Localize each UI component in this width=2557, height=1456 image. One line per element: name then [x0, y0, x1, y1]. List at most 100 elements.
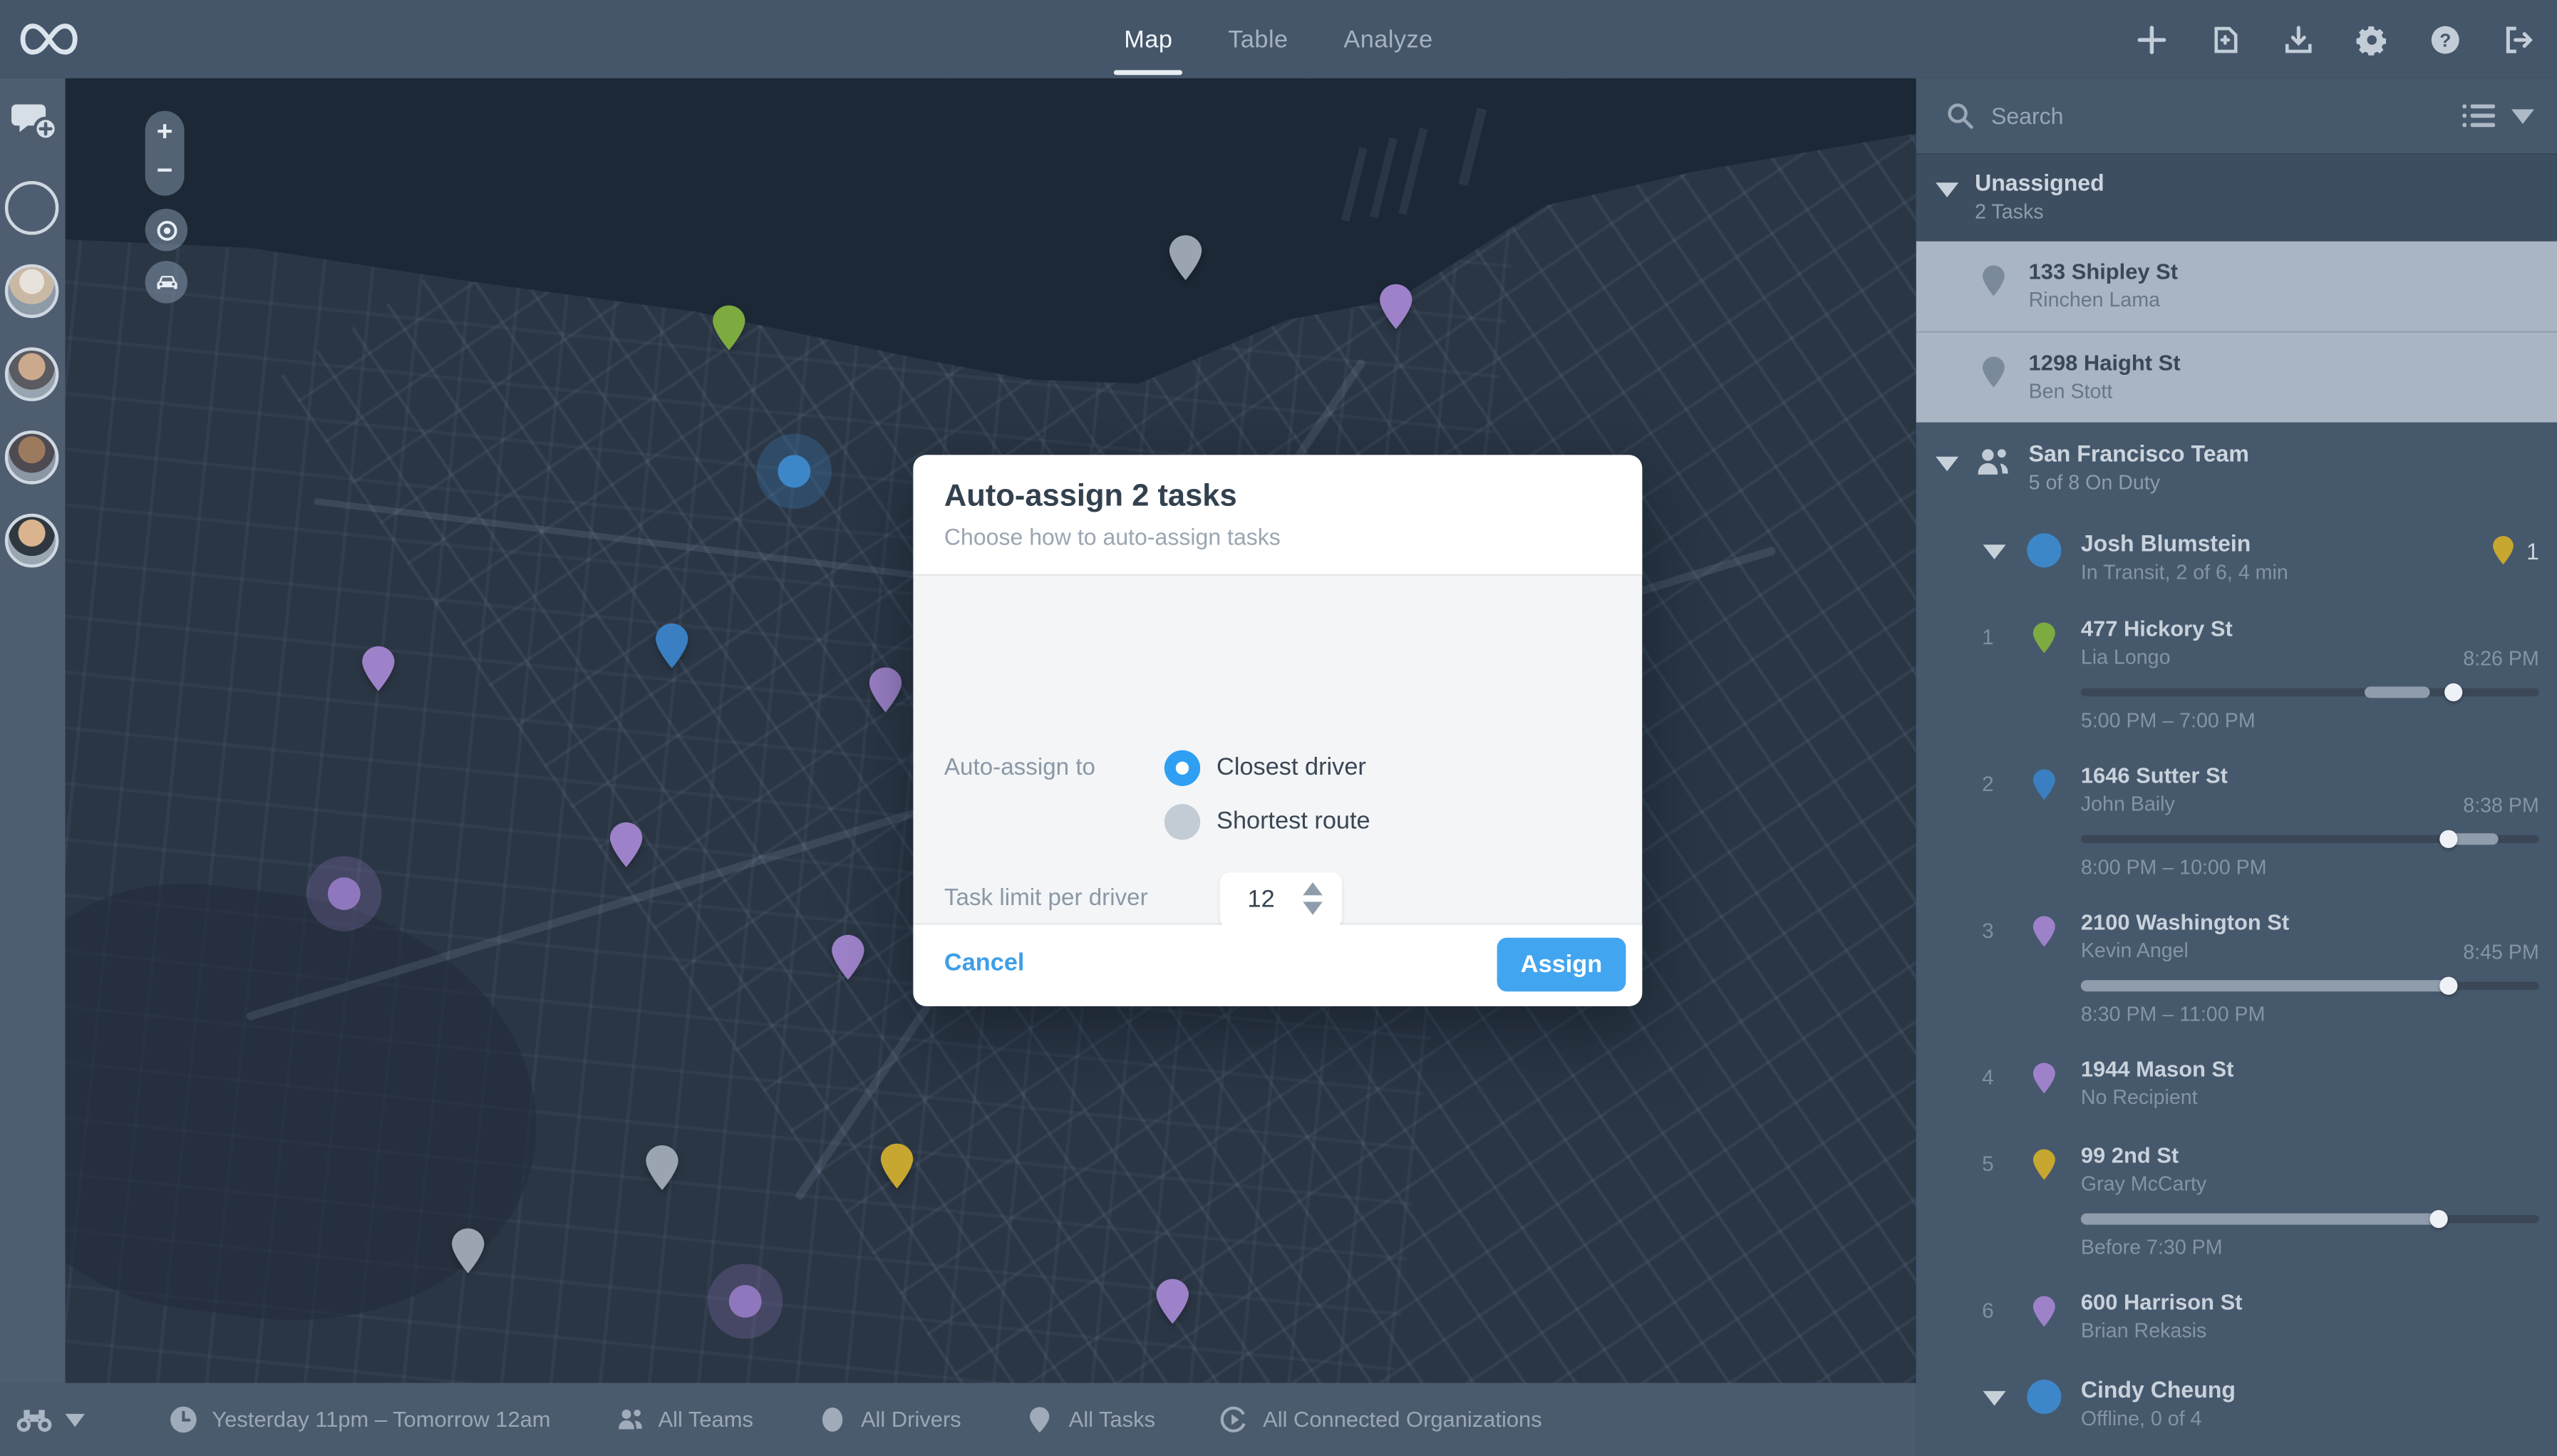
- map-task-pin-blue[interactable]: [654, 621, 690, 671]
- task-sequence-number: 4: [1982, 1065, 1994, 1090]
- collapse-triangle-icon[interactable]: [1983, 544, 2006, 559]
- task-sequence-number: 6: [1982, 1298, 1994, 1323]
- create-task-button[interactable]: [2134, 23, 2167, 56]
- task-limit-value: 12: [1247, 885, 1275, 914]
- tab-analyze[interactable]: Analyze: [1343, 0, 1432, 78]
- driver-task-row[interactable]: 5 99 2nd St Gray McCarty Before 7:30 PM: [1916, 1128, 2557, 1275]
- progress-dot: [2439, 830, 2457, 848]
- view-filter-button[interactable]: [16, 1407, 85, 1433]
- map-task-pin-green[interactable]: [711, 304, 747, 353]
- caret-down-icon: [65, 1413, 85, 1427]
- driver-task-row[interactable]: 6 600 Harrison St Brian Rekasis: [1916, 1275, 2557, 1361]
- map-task-pin-yellow[interactable]: [879, 1142, 914, 1191]
- driver-task-row[interactable]: 1 477 Hickory St Lia Longo 8:26 PM 5:00 PM –…: [1916, 601, 2557, 748]
- driver-oval-icon: [822, 1408, 843, 1432]
- list-view-icon[interactable]: [2462, 103, 2496, 129]
- task-pin-icon: [1030, 1407, 1050, 1433]
- unassigned-section-header[interactable]: Unassigned 2 Tasks: [1916, 155, 2557, 241]
- task-pin-icon: [2032, 768, 2056, 801]
- task-eta: 8:45 PM: [2463, 941, 2539, 964]
- assign-button[interactable]: Assign: [1497, 937, 1626, 992]
- settings-gear-button[interactable]: [2355, 23, 2387, 56]
- task-limit-input[interactable]: 12: [1219, 872, 1343, 929]
- locate-button[interactable]: [145, 208, 188, 252]
- driver-row[interactable]: Cindy Cheung Offline, 0 of 4: [1916, 1362, 2557, 1448]
- filter-task-pin[interactable]: All Tasks: [1026, 1405, 1155, 1433]
- search-input[interactable]: [1988, 100, 2463, 131]
- driver-avatar[interactable]: [4, 180, 59, 235]
- svg-text:?: ?: [2439, 29, 2450, 50]
- help-icon: ?: [2430, 25, 2459, 53]
- radio-closest-driver-label[interactable]: Closest driver: [1216, 753, 1366, 781]
- collapse-triangle-icon[interactable]: [1936, 456, 1959, 472]
- import-tasks-icon: [2214, 26, 2237, 53]
- radio-shortest-route[interactable]: [1164, 804, 1201, 840]
- import-tasks-button[interactable]: [2208, 23, 2241, 56]
- task-recipient: Gray McCarty: [2080, 1172, 2207, 1196]
- driver-task-row[interactable]: 3 2100 Washington St Kevin Angel 8:45 PM 8:3…: [1916, 895, 2557, 1042]
- filter-clock[interactable]: Yesterday 11pm – Tomorrow 12am: [170, 1405, 551, 1433]
- team-section-header[interactable]: San Francisco Team 5 of 8 On Duty: [1916, 423, 2557, 515]
- driver-row[interactable]: Josh Blumstein In Transit, 2 of 6, 4 min 1: [1916, 515, 2557, 601]
- tab-table[interactable]: Table: [1228, 0, 1288, 78]
- filter-driver-oval[interactable]: All Drivers: [818, 1405, 961, 1433]
- tab-map[interactable]: Map: [1114, 0, 1182, 78]
- task-pin-icon: [2032, 915, 2056, 948]
- task-pin-icon: [2032, 1148, 2056, 1181]
- filter-teams[interactable]: All Teams: [616, 1405, 753, 1433]
- sign-out-button[interactable]: [2501, 23, 2534, 56]
- vehicles-button[interactable]: [145, 261, 188, 304]
- map-task-pin-purple[interactable]: [1378, 282, 1414, 331]
- create-task-icon: [2137, 25, 2166, 53]
- map-task-pin-purple[interactable]: [1154, 1277, 1190, 1326]
- filter-connected-org[interactable]: All Connected Organizations: [1221, 1405, 1542, 1433]
- task-address: 600 Harrison St: [2080, 1290, 2243, 1315]
- map-driver-marker-blue[interactable]: [756, 433, 832, 509]
- task-sidebar: Unassigned 2 Tasks 133 Shipley St Rinchen L…: [1916, 78, 2557, 1456]
- task-eta: 8:26 PM: [2463, 647, 2539, 671]
- cancel-button[interactable]: Cancel: [944, 949, 1025, 977]
- map-task-pin-purple[interactable]: [609, 820, 644, 869]
- new-chat-button[interactable]: [11, 101, 58, 143]
- task-time-window: Before 7:30 PM: [2080, 1236, 2223, 1259]
- locate-icon: [156, 220, 177, 240]
- map-task-pin-purple[interactable]: [830, 933, 866, 982]
- map-task-pin-gray[interactable]: [450, 1227, 486, 1276]
- sign-out-icon: [2505, 26, 2532, 53]
- driver-name: Josh Blumstein: [2080, 530, 2251, 557]
- driver-avatar[interactable]: [4, 347, 59, 401]
- export-download-button[interactable]: [2281, 23, 2314, 56]
- task-progress-bar: [2080, 830, 2539, 848]
- map-task-pin-gray[interactable]: [644, 1143, 680, 1192]
- sidebar-sort-caret[interactable]: [2511, 108, 2534, 123]
- task-limit-stepper[interactable]: [1303, 882, 1323, 915]
- zoom-out-button[interactable]: −: [145, 150, 185, 192]
- radio-shortest-route-label[interactable]: Shortest route: [1216, 807, 1370, 835]
- driver-status-dot: [2027, 533, 2062, 568]
- stepper-up-icon[interactable]: [1303, 882, 1323, 896]
- task-pin-icon: [1981, 356, 2005, 388]
- driver-avatar[interactable]: [4, 430, 59, 485]
- map-task-pin-purple[interactable]: [361, 644, 396, 693]
- filter-label: All Tasks: [1068, 1407, 1156, 1432]
- zoom-in-button[interactable]: +: [145, 111, 185, 153]
- task-pin-icon: [2032, 621, 2056, 654]
- driver-avatar[interactable]: [4, 264, 59, 319]
- driver-task-row[interactable]: 4 1944 Mason St No Recipient: [1916, 1042, 2557, 1128]
- unassigned-task-row[interactable]: 133 Shipley St Rinchen Lama: [1916, 241, 2557, 331]
- unassigned-task-row[interactable]: 1298 Haight St Ben Stott: [1916, 331, 2557, 423]
- driver-avatar[interactable]: [4, 513, 59, 568]
- collapse-triangle-icon[interactable]: [1936, 182, 1959, 197]
- task-pin-icon: [2032, 1295, 2056, 1328]
- collapse-triangle-icon[interactable]: [1983, 1390, 2006, 1406]
- map-driver-marker-purple[interactable]: [306, 856, 382, 931]
- map-task-pin-purple[interactable]: [867, 666, 903, 715]
- radio-closest-driver[interactable]: [1164, 750, 1201, 786]
- left-rail: [0, 78, 66, 1383]
- export-download-icon: [2284, 25, 2311, 53]
- stepper-down-icon[interactable]: [1303, 902, 1323, 915]
- driver-task-row[interactable]: 2 1646 Sutter St John Baily 8:38 PM 8:00 PM …: [1916, 748, 2557, 895]
- map-task-pin-gray[interactable]: [1167, 233, 1203, 282]
- map-driver-marker-purple[interactable]: [708, 1264, 783, 1339]
- help-button[interactable]: ?: [2428, 23, 2461, 56]
